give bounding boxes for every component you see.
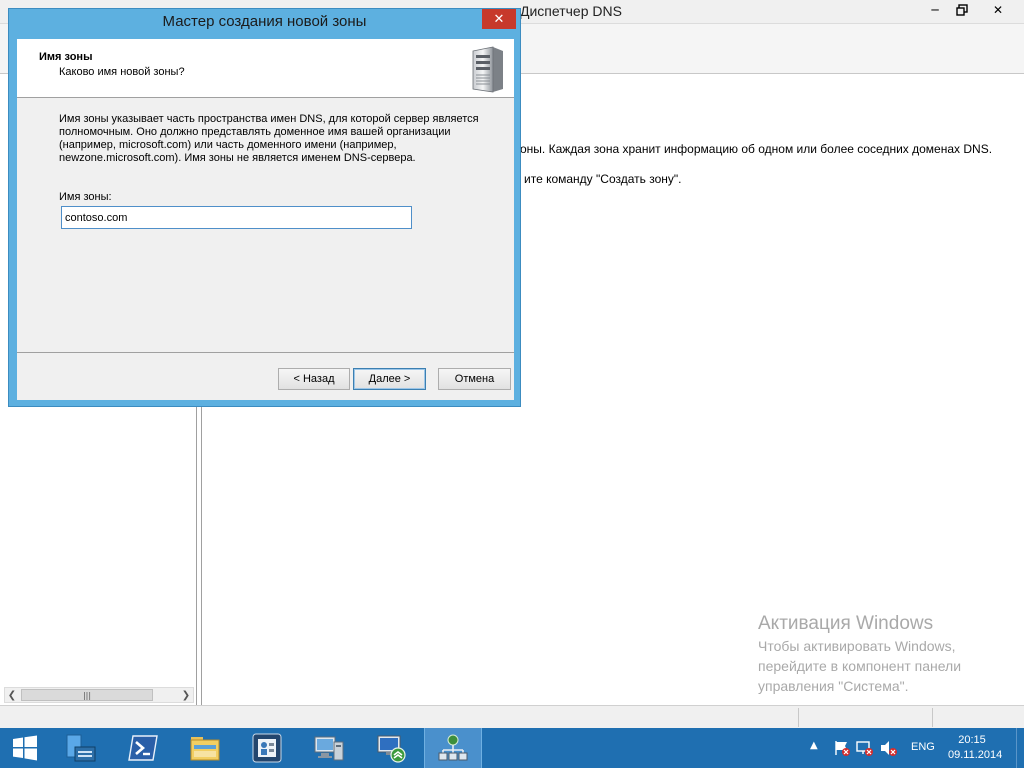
close-icon: ✕ xyxy=(992,3,1004,17)
horizontal-scrollbar[interactable]: ❮ ||| ❯ xyxy=(4,687,194,703)
restore-icon xyxy=(956,4,968,16)
details-text-line: оны. Каждая зона хранит информацию об од… xyxy=(520,142,993,156)
dns-network-icon xyxy=(377,735,406,763)
wizard-step-subtitle: Каково имя новой зоны? xyxy=(59,66,185,78)
taskbar-dns-manager[interactable] xyxy=(424,728,482,768)
description-line: newzone.microsoft.com). Имя зоны не явля… xyxy=(59,152,416,164)
status-separator xyxy=(798,708,799,727)
watermark-line: Чтобы активировать Windows, xyxy=(758,638,956,654)
new-zone-wizard-dialog: Мастер создания новой зоны ✕ Имя зоны Ка… xyxy=(8,8,521,407)
start-button[interactable] xyxy=(0,728,50,768)
computer-management-icon xyxy=(314,736,344,761)
dialog-close-button[interactable]: ✕ xyxy=(482,9,516,29)
scroll-left-icon[interactable]: ❮ xyxy=(5,688,19,702)
taskbar-file-explorer[interactable] xyxy=(176,728,234,768)
dialog-title: Мастер создания новой зоны xyxy=(162,13,367,30)
show-desktop-button[interactable] xyxy=(1016,728,1024,768)
taskbar-dns-network[interactable] xyxy=(362,728,420,768)
clock-date: 09.11.2014 xyxy=(948,749,1003,761)
windows-logo-icon xyxy=(13,735,37,761)
clock-time: 20:15 xyxy=(958,734,986,746)
server-manager-icon xyxy=(66,734,96,762)
status-separator xyxy=(932,708,933,727)
status-bar xyxy=(0,705,1024,728)
wizard-step-title: Имя зоны xyxy=(39,51,93,63)
network-icon[interactable] xyxy=(856,740,874,756)
input-language[interactable]: ENG xyxy=(911,741,935,753)
close-icon: ✕ xyxy=(493,11,505,27)
minimize-button[interactable]: ─ xyxy=(920,0,950,20)
back-button[interactable]: < Назад xyxy=(278,368,350,390)
zone-description: Имя зоны указывает часть пространства им… xyxy=(59,113,499,165)
dialog-body: Имя зоны Каково имя новой зоны? Имя зоны… xyxy=(17,39,514,400)
watermark-line: управления "Система". xyxy=(758,678,909,694)
zone-name-label: Имя зоны: xyxy=(59,191,112,203)
zone-name-input[interactable] xyxy=(61,206,412,229)
cancel-button[interactable]: Отмена xyxy=(438,368,511,390)
description-line: (например, microsoft.com) или часть доме… xyxy=(59,139,397,151)
wizard-header: Имя зоны Каково имя новой зоны? xyxy=(17,39,514,98)
server-icon xyxy=(472,46,503,93)
dialog-separator xyxy=(17,352,514,353)
taskbar: ▲ ENG 20:15 09.11.2014 xyxy=(0,728,1024,768)
clock[interactable]: 20:15 09.11.2014 xyxy=(948,733,1003,763)
watermark-line: перейдите в компонент панели xyxy=(758,658,962,674)
description-line: Имя зоны указывает часть пространства им… xyxy=(59,113,479,125)
watermark-title: Активация Windows xyxy=(758,613,934,634)
volume-icon[interactable] xyxy=(880,740,898,756)
next-button[interactable]: Далее > xyxy=(353,368,426,390)
powershell-icon xyxy=(128,735,158,761)
background-window-title: Диспетчер DNS xyxy=(520,3,622,19)
taskbar-computer-management[interactable] xyxy=(300,728,358,768)
description-line: полномочным. Оно должно представлять дом… xyxy=(59,126,451,138)
activation-watermark: Активация Windows Чтобы активировать Win… xyxy=(758,612,961,696)
active-directory-icon xyxy=(252,733,282,763)
show-hidden-icons-icon[interactable]: ▲ xyxy=(810,740,818,751)
file-explorer-icon xyxy=(190,737,220,761)
action-center-icon[interactable] xyxy=(833,740,851,756)
taskbar-powershell[interactable] xyxy=(114,728,172,768)
scroll-right-icon[interactable]: ❯ xyxy=(179,688,193,702)
details-text-line: ите команду "Создать зону". xyxy=(524,172,682,186)
dns-manager-icon xyxy=(438,734,468,761)
taskbar-active-directory[interactable] xyxy=(238,728,296,768)
taskbar-server-manager[interactable] xyxy=(52,728,110,768)
scroll-thumb[interactable]: ||| xyxy=(21,689,153,701)
background-close-button[interactable]: ✕ xyxy=(972,0,1024,20)
minimize-icon: ─ xyxy=(931,3,939,17)
